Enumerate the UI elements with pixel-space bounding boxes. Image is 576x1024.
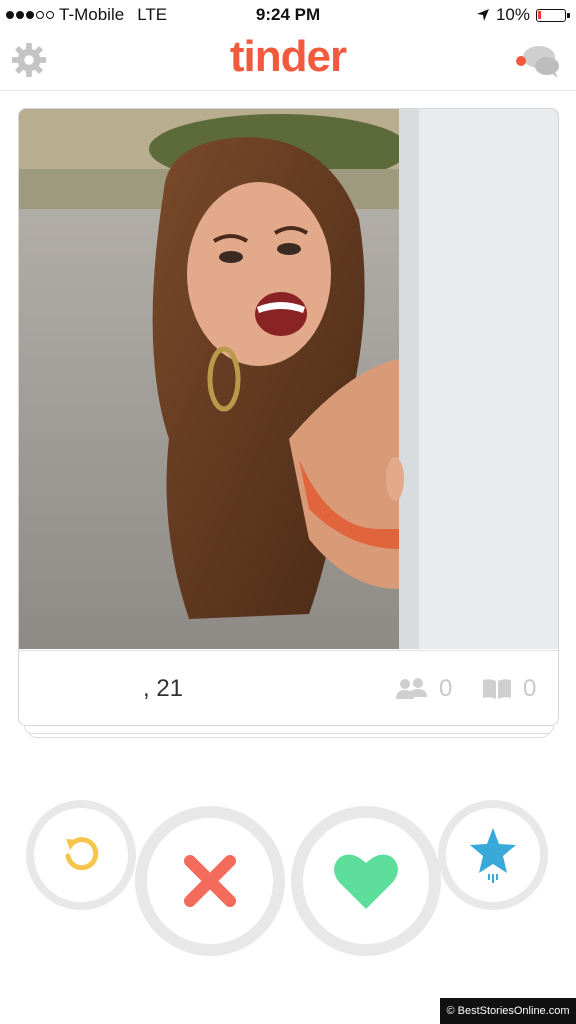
like-button[interactable] xyxy=(291,806,441,956)
common-friends-stat: 0 xyxy=(395,675,452,703)
battery-percent: 10% xyxy=(495,5,530,24)
profile-photo xyxy=(19,109,558,649)
status-right: 10% xyxy=(476,5,570,25)
battery-icon xyxy=(536,8,570,22)
common-interests-stat: 0 xyxy=(481,675,536,703)
status-bar: T-Mobile LTE 9:24 PM 10% xyxy=(0,0,576,30)
nope-button[interactable] xyxy=(135,806,285,956)
close-icon xyxy=(184,855,236,907)
chat-icon[interactable] xyxy=(514,42,562,80)
rewind-icon xyxy=(65,837,99,871)
super-like-button[interactable] xyxy=(438,800,548,910)
profile-info-bar: , 21 0 0 xyxy=(19,650,558,725)
rewind-button[interactable] xyxy=(26,800,136,910)
heart-icon xyxy=(334,854,398,909)
friends-icon xyxy=(396,678,427,699)
book-icon xyxy=(483,679,511,699)
common-friends-count: 0 xyxy=(439,675,453,702)
common-interests-count: 0 xyxy=(523,675,537,702)
profile-name-age: , 21 xyxy=(143,675,184,702)
star-icon xyxy=(470,828,516,883)
tinder-logo: tinder xyxy=(229,32,347,81)
profile-card[interactable]: , 21 0 0 xyxy=(18,108,559,726)
location-arrow-icon xyxy=(476,9,489,21)
nav-bar: tinder xyxy=(0,30,576,91)
watermark: © BestStoriesOnline.com xyxy=(440,998,576,1024)
